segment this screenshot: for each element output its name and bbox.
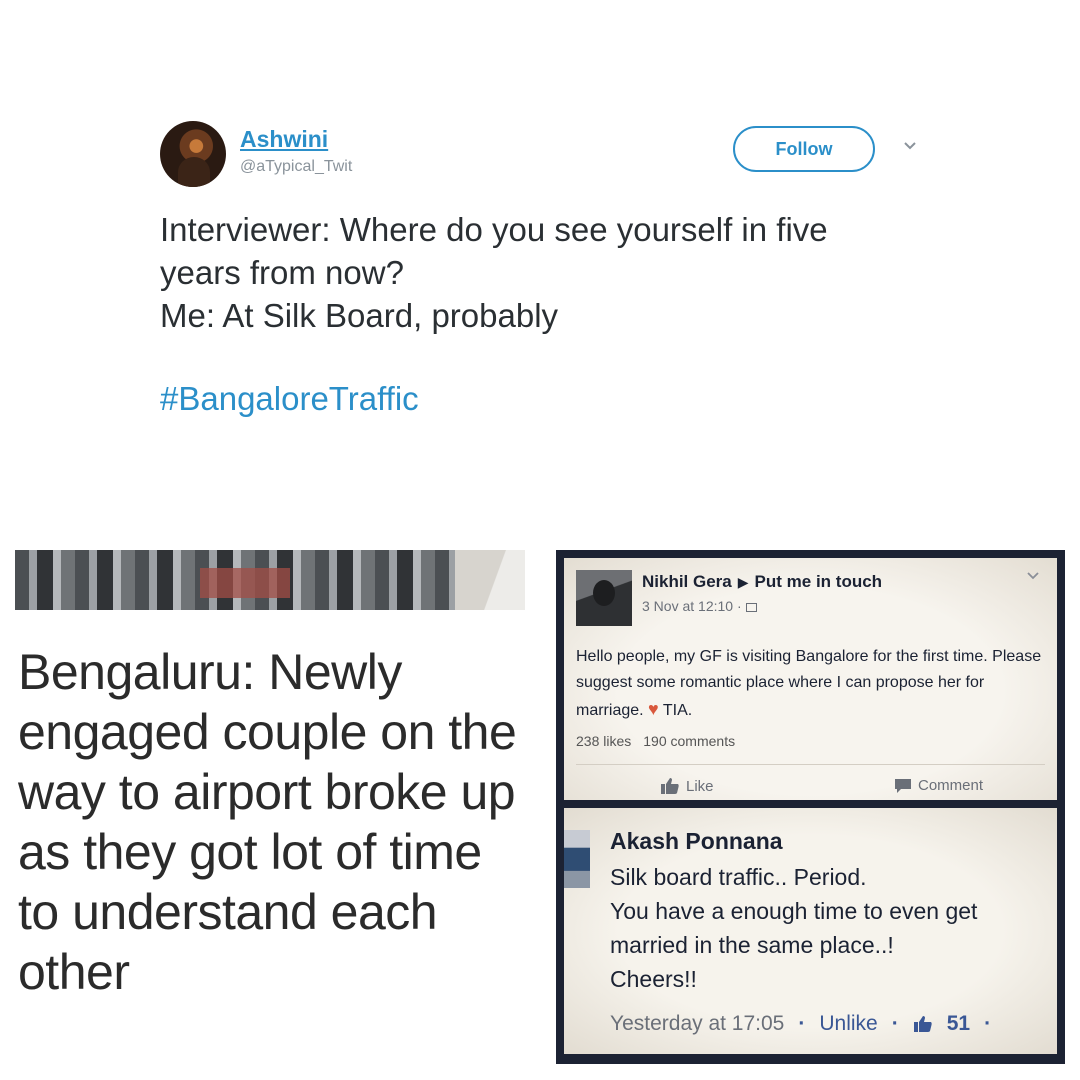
tweet-line: Me: At Silk Board, probably [160, 297, 559, 334]
chevron-down-icon[interactable] [900, 136, 920, 156]
comment-author-name[interactable]: Akash Ponnana [610, 828, 783, 855]
facebook-comment: Akash Ponnana Silk board traffic.. Perio… [564, 808, 1057, 1054]
tweet-author-name[interactable]: Ashwini [240, 126, 328, 153]
facebook-screenshot: Nikhil Gera ▶ Put me in touch 3 Nov at 12:… [556, 550, 1065, 1064]
follow-button[interactable]: Follow [733, 126, 875, 172]
comment-icon [895, 778, 911, 793]
avatar[interactable] [576, 570, 632, 626]
comment-text: Silk board traffic.. Period. You have a … [610, 860, 1050, 996]
hashtag-link[interactable]: #BangaloreTraffic [160, 380, 419, 418]
post-text: Hello people, my GF is visiting Bangalor… [576, 648, 1042, 719]
wall-shape [455, 550, 525, 610]
post-text-end: TIA. [662, 702, 693, 719]
traffic-photo [15, 550, 525, 610]
divider [576, 764, 1045, 765]
tweet-text: Interviewer: Where do you see yourself i… [160, 208, 930, 337]
comment-like-count[interactable]: 51 [947, 1012, 970, 1036]
comment-timestamp[interactable]: Yesterday at 17:05 [610, 1012, 784, 1036]
privacy-icon [745, 602, 757, 612]
comment-line: Cheers!! [610, 966, 697, 992]
tweet-line: Interviewer: Where do you see yourself i… [160, 211, 828, 248]
tweet-card: Ashwini @aTypical_Twit Follow Interviewe… [160, 118, 930, 438]
comment-label: Comment [918, 777, 984, 794]
news-headline: Bengaluru: Newly engaged couple on the w… [18, 644, 517, 1000]
separator-dot: · [798, 1012, 806, 1035]
avatar[interactable] [160, 121, 226, 187]
comments-count[interactable]: 190 comments [643, 733, 735, 749]
post-body: Hello people, my GF is visiting Bangalor… [576, 644, 1046, 724]
tweet-line: years from now? [160, 254, 404, 291]
chevron-down-icon[interactable] [1025, 568, 1041, 584]
post-author-line: Nikhil Gera ▶ Put me in touch [642, 572, 882, 592]
thumbs-up-icon [913, 1016, 932, 1032]
thumbs-up-icon [661, 778, 679, 794]
separator-dot: · [891, 1012, 899, 1035]
like-button[interactable]: Like [660, 777, 714, 795]
heart-icon: ♥ [648, 699, 659, 719]
comment-button[interactable]: Comment [894, 777, 983, 794]
tweet-author-handle[interactable]: @aTypical_Twit [240, 158, 352, 176]
arrow-right-icon: ▶ [737, 574, 749, 590]
post-meta: 3 Nov at 12:10 · [642, 598, 757, 614]
post-timestamp[interactable]: 3 Nov at 12:10 · [642, 598, 742, 614]
unlike-button[interactable]: Unlike [819, 1012, 877, 1036]
likes-count[interactable]: 238 likes [576, 733, 631, 749]
news-clipping: Bengaluru: Newly engaged couple on the w… [15, 550, 525, 1070]
comment-line: married in the same place..! [610, 932, 894, 958]
bus-shape [200, 568, 290, 598]
avatar[interactable] [564, 830, 590, 888]
separator-dot: · [984, 1012, 992, 1035]
post-stats: 238 likes 190 comments [576, 733, 735, 749]
post-target-name[interactable]: Put me in touch [755, 572, 883, 591]
comment-line: You have a enough time to even get [610, 898, 978, 924]
like-label: Like [686, 777, 714, 795]
comment-footer: Yesterday at 17:05 · Unlike · 51 · [610, 1012, 991, 1036]
comment-line: Silk board traffic.. Period. [610, 864, 867, 890]
facebook-post: Nikhil Gera ▶ Put me in touch 3 Nov at 12:… [564, 558, 1057, 800]
post-author-name[interactable]: Nikhil Gera [642, 572, 732, 591]
